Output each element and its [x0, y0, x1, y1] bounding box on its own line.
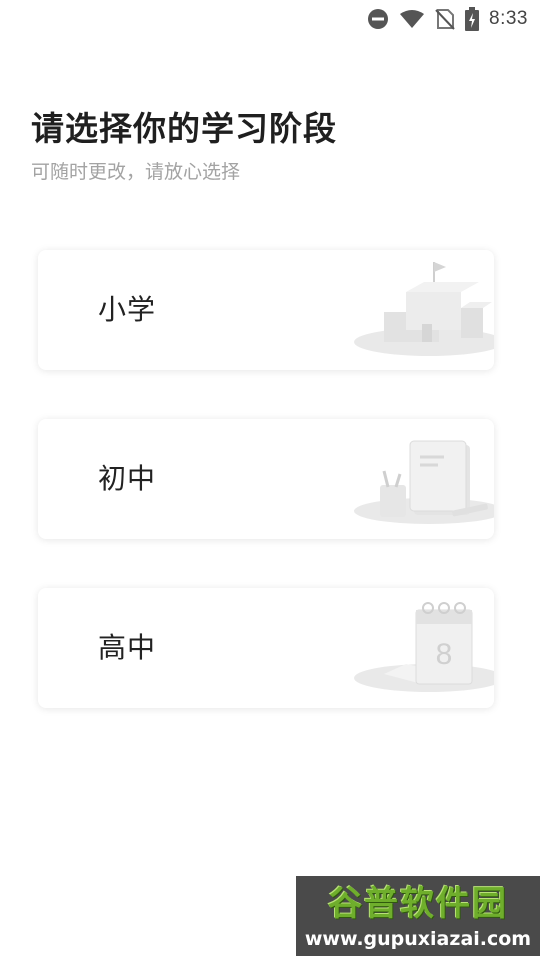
watermark-logo: 谷普软件园 www.gupuxiazai.com: [296, 876, 540, 956]
watermark-title: 谷普软件园: [328, 884, 508, 924]
no-sim-icon: [435, 8, 455, 30]
page-title: 请选择你的学习阶段: [31, 109, 337, 148]
battery-charging-icon: [465, 7, 480, 31]
option-card-primary-school[interactable]: 小学: [38, 250, 494, 370]
books-and-pencil-cup-icon: [344, 419, 494, 539]
option-label: 高中: [98, 631, 157, 664]
calendar-icon: 8: [344, 588, 494, 708]
status-time: 8:33: [489, 8, 528, 29]
option-card-senior-high[interactable]: 高中 8: [38, 588, 494, 708]
status-bar: 8:33: [0, 0, 540, 38]
option-card-junior-high[interactable]: 初中: [38, 419, 494, 539]
option-label: 初中: [98, 462, 157, 495]
option-label: 小学: [98, 293, 157, 326]
school-building-icon: [344, 250, 494, 370]
page-subtitle: 可随时更改，请放心选择: [31, 161, 241, 183]
watermark-url: www.gupuxiazai.com: [304, 928, 532, 950]
screen: 8:33 请选择你的学习阶段 可随时更改，请放心选择 小学 初中 高中 8 谷普…: [0, 0, 540, 960]
wifi-icon: [399, 9, 425, 29]
svg-text:8: 8: [436, 638, 453, 671]
dnd-icon: [367, 8, 389, 30]
